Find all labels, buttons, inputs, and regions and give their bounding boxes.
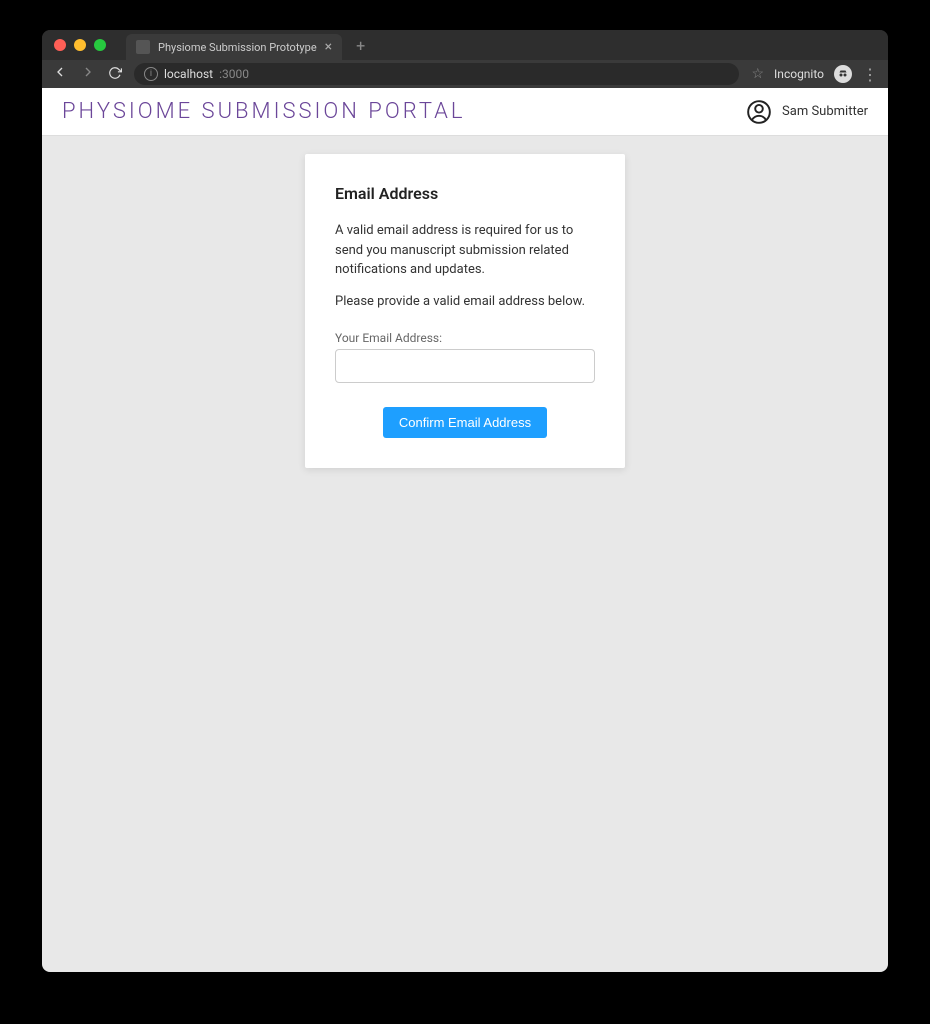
- reload-button[interactable]: [108, 65, 122, 84]
- email-field-label: Your Email Address:: [335, 331, 595, 345]
- browser-window: Physiome Submission Prototype × + i loca…: [42, 30, 888, 972]
- button-row: Confirm Email Address: [335, 407, 595, 438]
- site-title: PHYSIOME SUBMISSION PORTAL: [62, 99, 466, 124]
- forward-button[interactable]: [80, 64, 96, 84]
- close-window-button[interactable]: [54, 39, 66, 51]
- address-bar-right: ☆ Incognito ⋮: [751, 65, 878, 84]
- url-port: :3000: [219, 67, 249, 81]
- incognito-icon[interactable]: [834, 65, 852, 83]
- page-content: PHYSIOME SUBMISSION PORTAL Sam Submitter…: [42, 88, 888, 972]
- user-menu[interactable]: Sam Submitter: [746, 99, 868, 125]
- site-header: PHYSIOME SUBMISSION PORTAL Sam Submitter: [42, 88, 888, 136]
- minimize-window-button[interactable]: [74, 39, 86, 51]
- tabs-bar: Physiome Submission Prototype × +: [126, 30, 876, 60]
- back-button[interactable]: [52, 64, 68, 84]
- confirm-email-button[interactable]: Confirm Email Address: [383, 407, 547, 438]
- window-controls: [54, 39, 106, 51]
- url-input[interactable]: i localhost :3000: [134, 63, 739, 85]
- url-host: localhost: [164, 67, 213, 81]
- new-tab-button[interactable]: +: [356, 36, 365, 55]
- email-card: Email Address A valid email address is r…: [305, 154, 625, 468]
- email-input[interactable]: [335, 349, 595, 383]
- address-bar: i localhost :3000 ☆ Incognito ⋮: [42, 60, 888, 88]
- site-info-icon[interactable]: i: [144, 67, 158, 81]
- main-content: Email Address A valid email address is r…: [42, 136, 888, 468]
- card-description-1: A valid email address is required for us…: [335, 221, 595, 280]
- maximize-window-button[interactable]: [94, 39, 106, 51]
- incognito-label: Incognito: [774, 67, 824, 81]
- bookmark-icon[interactable]: ☆: [751, 66, 764, 82]
- user-name: Sam Submitter: [782, 104, 868, 119]
- titlebar: Physiome Submission Prototype × +: [42, 30, 888, 60]
- browser-menu-button[interactable]: ⋮: [862, 65, 878, 84]
- favicon-icon: [136, 40, 150, 54]
- card-description-2: Please provide a valid email address bel…: [335, 292, 595, 312]
- tab-title: Physiome Submission Prototype: [158, 41, 317, 54]
- browser-tab[interactable]: Physiome Submission Prototype ×: [126, 34, 342, 60]
- avatar-icon: [746, 99, 772, 125]
- card-title: Email Address: [335, 184, 595, 203]
- close-tab-button[interactable]: ×: [325, 40, 332, 54]
